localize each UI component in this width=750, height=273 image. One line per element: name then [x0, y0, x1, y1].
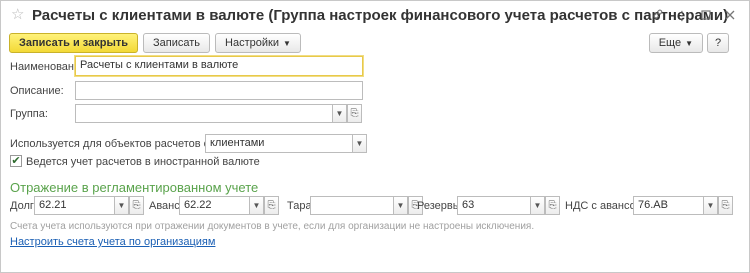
reserves-value: 63 [462, 199, 475, 211]
advances-field[interactable]: 62.22 [179, 196, 250, 215]
used-for-dropdown-button[interactable]: ▼ [352, 134, 367, 153]
accounts-note: Счета учета используются при отражении д… [10, 221, 535, 232]
used-for-select[interactable]: клиентами [205, 134, 353, 153]
settings-label: Настройки [225, 37, 279, 49]
save-button[interactable]: Записать [143, 33, 211, 53]
window-controls: ⋮ [649, 7, 739, 25]
more-label: Еще [658, 37, 682, 49]
chevron-down-icon: ▼ [282, 39, 291, 48]
group-dropdown-button[interactable]: ▼ [332, 104, 347, 123]
used-for-label: Используется для объектов расчетов с: [10, 138, 213, 150]
more-icon[interactable]: ⋮ [673, 7, 691, 25]
debt-open-icon[interactable]: ⎘ [129, 196, 144, 215]
debt-label: Долг: [10, 200, 37, 212]
more-button[interactable]: Еще ▼ [648, 33, 703, 53]
group-label: Группа: [10, 108, 48, 120]
vat-open-icon[interactable]: ⎘ [718, 196, 733, 215]
debt-dropdown-button[interactable]: ▼ [114, 196, 129, 215]
foreign-currency-label: Ведется учет расчетов в иностранной валю… [26, 156, 260, 168]
save-and-close-button[interactable]: Записать и закрыть [9, 33, 139, 53]
chevron-down-icon: ▼ [685, 39, 693, 48]
section-title: Отражение в регламентированном учете [10, 180, 259, 195]
title-bar: ☆ Расчеты с клиентами в валюте (Группа н… [1, 1, 749, 31]
advances-dropdown-button[interactable]: ▼ [249, 196, 264, 215]
form-window: ☆ Расчеты с клиентами в валюте (Группа н… [0, 0, 750, 273]
advances-value: 62.22 [184, 199, 212, 211]
reserves-open-icon[interactable]: ⎘ [545, 196, 560, 215]
vat-field[interactable]: 76.АВ [633, 196, 704, 215]
star-icon[interactable]: ☆ [11, 7, 27, 23]
used-for-value: клиентами [210, 137, 265, 149]
name-value: Расчеты с клиентами в валюте [80, 59, 239, 71]
toolbar: Записать и закрыть Записать Настройки ▼ [9, 33, 301, 53]
debt-value: 62.21 [39, 199, 67, 211]
settings-button[interactable]: Настройки ▼ [215, 33, 301, 53]
foreign-currency-checkbox[interactable]: ✔ [10, 155, 22, 167]
vat-dropdown-button[interactable]: ▼ [703, 196, 718, 215]
description-label: Описание: [10, 85, 64, 97]
debt-field[interactable]: 62.21 [34, 196, 115, 215]
close-icon[interactable] [721, 7, 739, 25]
name-field[interactable]: Расчеты с клиентами в валюте [75, 56, 363, 76]
vat-value: 76.АВ [638, 199, 668, 211]
reserves-dropdown-button[interactable]: ▼ [530, 196, 545, 215]
link-icon[interactable] [649, 7, 667, 25]
description-field[interactable] [75, 81, 363, 100]
reserves-field[interactable]: 63 [457, 196, 531, 215]
configure-accounts-link[interactable]: Настроить счета учета по организациям [10, 236, 215, 248]
container-dropdown-button[interactable]: ▼ [393, 196, 408, 215]
group-field[interactable] [75, 104, 333, 123]
advances-open-icon[interactable]: ⎘ [264, 196, 279, 215]
group-open-icon[interactable]: ⎘ [347, 104, 362, 123]
help-button[interactable]: ? [707, 33, 729, 53]
maximize-icon[interactable] [697, 7, 715, 25]
window-title: Расчеты с клиентами в валюте (Группа нас… [32, 7, 729, 24]
container-field[interactable] [310, 196, 394, 215]
